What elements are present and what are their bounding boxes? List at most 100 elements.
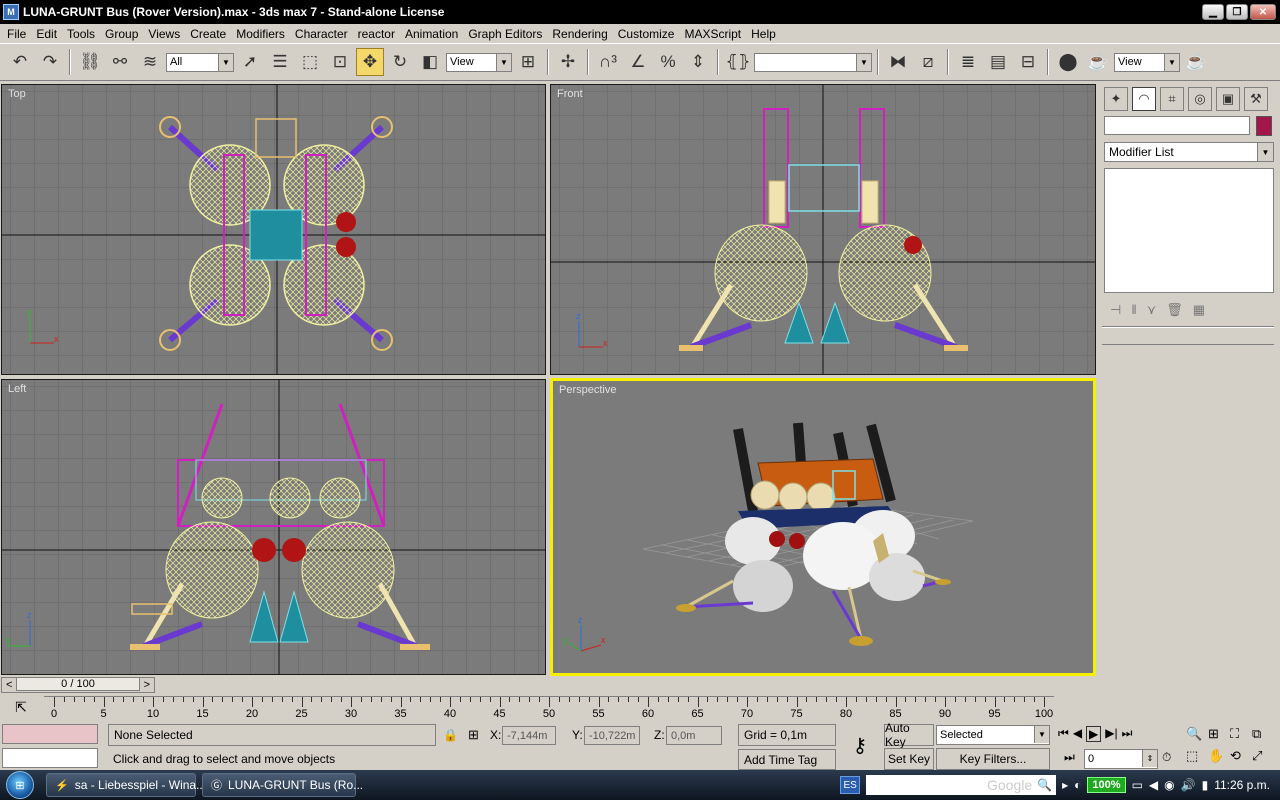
battery-status[interactable]: 100% xyxy=(1087,777,1126,793)
viewport-left[interactable]: Left z y xyxy=(1,379,546,675)
show-end-result-icon[interactable]: ‖ xyxy=(1131,302,1136,318)
unlink-icon[interactable]: ⚯ xyxy=(106,48,134,76)
percent-snap-icon[interactable]: % xyxy=(654,48,682,76)
configure-modifier-sets-icon[interactable]: ▦ xyxy=(1193,302,1205,318)
auto-key-button[interactable]: Auto Key xyxy=(884,721,934,749)
chevron-left-icon[interactable]: < xyxy=(6,679,12,691)
select-and-move-icon[interactable]: ✥ xyxy=(356,48,384,76)
pivot-center-icon[interactable]: ⊞ xyxy=(514,48,542,76)
maxscript-listener[interactable] xyxy=(2,724,98,744)
menu-help[interactable]: Help xyxy=(746,27,781,41)
viewport-label[interactable]: Front xyxy=(557,88,583,100)
y-coordinate-field[interactable]: -10,722m xyxy=(584,726,640,745)
menu-views[interactable]: Views xyxy=(143,27,185,41)
clock[interactable]: 11:26 p.m. xyxy=(1214,778,1270,792)
viewport-label[interactable]: Perspective xyxy=(559,384,616,396)
chevron-right-icon[interactable]: > xyxy=(144,679,150,691)
modifier-list-dropdown[interactable]: Modifier List ▼ xyxy=(1104,142,1274,162)
rectangular-selection-icon[interactable]: ⬚ xyxy=(296,48,324,76)
zoom-extents-icon[interactable]: ⛶ xyxy=(1230,726,1252,742)
named-selection-dropdown[interactable]: ▼ xyxy=(754,52,872,72)
window-crossing-icon[interactable]: ⊡ xyxy=(326,48,354,76)
set-key-mode-icon[interactable]: ⚷ xyxy=(840,728,880,762)
bind-to-space-warp-icon[interactable]: ≋ xyxy=(136,48,164,76)
viewport-front[interactable]: Front z x xyxy=(550,84,1096,375)
menu-file[interactable]: File xyxy=(2,27,31,41)
maxscript-input[interactable] xyxy=(2,748,98,768)
zoom-extents-all-icon[interactable]: ⧉ xyxy=(1252,726,1274,742)
schematic-view-icon[interactable]: ⊟ xyxy=(1014,48,1042,76)
align-icon[interactable]: ⧄ xyxy=(914,48,942,76)
display-tab-icon[interactable]: ▣ xyxy=(1216,87,1240,111)
viewport-perspective[interactable]: Perspective z x y xyxy=(550,378,1096,676)
absolute-mode-icon[interactable]: ⊞ xyxy=(468,727,479,743)
search-icon[interactable]: 🔍 xyxy=(1037,778,1052,792)
select-and-scale-icon[interactable]: ◧ xyxy=(416,48,444,76)
menu-reactor[interactable]: reactor xyxy=(353,27,400,41)
menu-create[interactable]: Create xyxy=(185,27,231,41)
start-button[interactable]: ⊞ xyxy=(0,770,40,800)
curve-editor-icon[interactable]: ▤ xyxy=(984,48,1012,76)
key-mode-dropdown[interactable]: Selected ▼ xyxy=(936,725,1050,745)
previous-frame-icon[interactable]: ◀ xyxy=(1073,726,1082,742)
region-zoom-icon[interactable]: ⬚ xyxy=(1186,748,1208,764)
menu-character[interactable]: Character xyxy=(290,27,353,41)
go-to-end-icon[interactable]: ⏭ xyxy=(1122,726,1133,742)
make-unique-icon[interactable]: ⋎ xyxy=(1147,302,1157,318)
viewport-label[interactable]: Left xyxy=(8,383,26,395)
chrome-tray-icon[interactable]: ◉ xyxy=(1164,778,1174,792)
taskbar-item-winamp[interactable]: ⚡ sa - Liebesspiel - Wina... xyxy=(46,773,206,797)
redo-icon[interactable]: ↷ xyxy=(36,48,64,76)
time-slider[interactable]: < > 0 / 100 xyxy=(0,676,1098,694)
taskbar-item-3dsmax[interactable]: Ⓖ LUNA-GRUNT Bus (Ro... xyxy=(202,773,363,797)
menu-maxscript[interactable]: MAXScript xyxy=(679,27,746,41)
menu-graph-editors[interactable]: Graph Editors xyxy=(463,27,547,41)
zoom-icon[interactable]: 🔍 xyxy=(1186,726,1208,742)
time-slider-thumb[interactable]: 0 / 100 xyxy=(16,677,140,691)
google-search-input[interactable]: Google 🔍 xyxy=(866,775,1057,795)
spinner-snap-icon[interactable]: ⇕ xyxy=(684,48,712,76)
minimize-button[interactable]: ▁ xyxy=(1202,4,1224,20)
select-and-rotate-icon[interactable]: ↻ xyxy=(386,48,414,76)
set-key-button[interactable]: Set Key xyxy=(884,748,934,770)
tray-arrow-icon[interactable]: ▸ xyxy=(1062,778,1068,792)
select-object-icon[interactable]: ➚ xyxy=(236,48,264,76)
menu-animation[interactable]: Animation xyxy=(400,27,463,41)
z-coordinate-field[interactable]: 0,0m xyxy=(666,726,722,745)
tray-app-icon[interactable]: ◐ xyxy=(1074,778,1081,792)
volume-icon[interactable]: 🔊 xyxy=(1181,778,1196,792)
menu-group[interactable]: Group xyxy=(100,27,143,41)
render-scene-icon[interactable]: ☕ xyxy=(1084,48,1112,76)
maximize-viewport-icon[interactable]: ⤢ xyxy=(1252,748,1274,764)
play-icon[interactable]: ▶ xyxy=(1086,726,1102,742)
add-time-tag-button[interactable]: Add Time Tag xyxy=(738,749,836,770)
undo-icon[interactable]: ↶ xyxy=(6,48,34,76)
pan-icon[interactable]: ✋ xyxy=(1208,748,1230,764)
time-configuration-icon[interactable]: ⏱ xyxy=(1162,750,1171,765)
edit-named-selection-icon[interactable]: ⦃⦄ xyxy=(724,48,752,76)
quick-render-icon[interactable]: ☕ xyxy=(1182,48,1210,76)
mirror-icon[interactable]: ⧓ xyxy=(884,48,912,76)
snap-toggle-icon[interactable]: ∩³ xyxy=(594,48,622,76)
create-tab-icon[interactable]: ✦ xyxy=(1104,87,1128,111)
tray-back-icon[interactable]: ◀ xyxy=(1149,778,1158,792)
close-button[interactable]: ✕ xyxy=(1250,4,1276,20)
track-bar-ruler[interactable]: 0 5 10 15 20 25 30 35 40 45 50 55 60 65 70 75 80 85 90 95 10… xyxy=(44,696,1054,722)
reference-coordinate-dropdown[interactable]: View ▼ xyxy=(446,52,512,72)
modifier-stack[interactable] xyxy=(1104,168,1274,293)
menu-modifiers[interactable]: Modifiers xyxy=(231,27,290,41)
key-filters-button[interactable]: Key Filters... xyxy=(936,748,1050,770)
x-coordinate-field[interactable]: -7,144m xyxy=(502,726,556,745)
open-mini-curve-editor-icon[interactable]: ⇱ xyxy=(10,699,32,717)
menu-edit[interactable]: Edit xyxy=(31,27,62,41)
language-indicator[interactable]: ES xyxy=(840,776,861,794)
utilities-tab-icon[interactable]: ⚒ xyxy=(1244,87,1268,111)
select-by-name-icon[interactable]: ☰ xyxy=(266,48,294,76)
zoom-all-icon[interactable]: ⊞ xyxy=(1208,726,1230,742)
current-frame-spinner[interactable]: 0 ⇕ xyxy=(1084,749,1158,769)
menu-tools[interactable]: Tools xyxy=(62,27,100,41)
select-and-link-icon[interactable]: ⛓ xyxy=(76,48,104,76)
lock-selection-icon[interactable]: 🔒 xyxy=(443,728,458,742)
app-icon[interactable]: M xyxy=(3,4,19,20)
modify-tab-icon[interactable]: ◠ xyxy=(1132,87,1156,111)
